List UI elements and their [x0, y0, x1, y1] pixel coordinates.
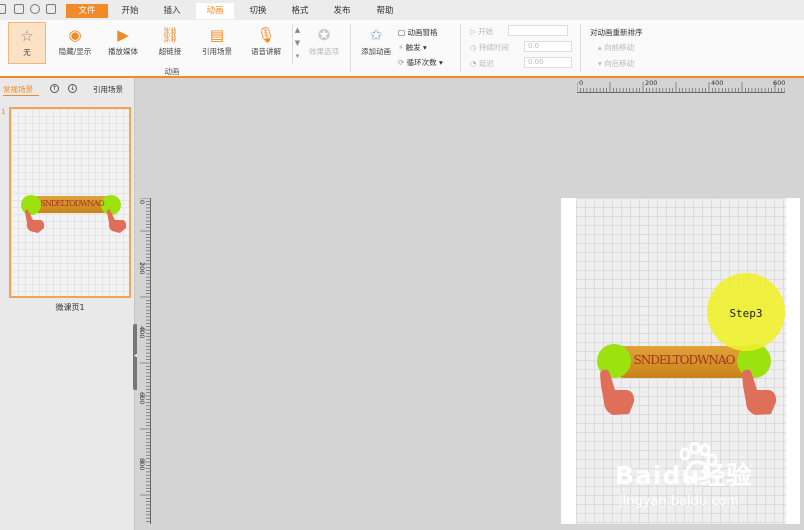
tab-underline — [3, 95, 39, 96]
clapper-icon: ▤ — [209, 26, 225, 44]
hruler-ticks — [577, 82, 785, 92]
hruler-label: 200 — [645, 79, 658, 87]
watermark-brand: Baidu经验 — [615, 461, 753, 490]
baidu-watermark: Baidu经验 jingyan.baidu.com — [615, 440, 795, 520]
vruler-ticks — [140, 198, 150, 522]
gallery-scroll[interactable]: ▲ ▼ ▾ — [292, 24, 302, 64]
link-icon: ⛓ — [160, 26, 180, 44]
duration-label: ◷ 持续时间 — [470, 43, 509, 52]
horizontal-ruler: 0 200 400 600 — [577, 79, 786, 93]
hand-pointer-left-icon[interactable] — [598, 368, 638, 416]
button-label: 效果选项 — [309, 47, 339, 56]
duration-input[interactable]: 0.0 — [524, 41, 572, 52]
tab-transition[interactable]: 切换 — [240, 3, 276, 19]
button-label: 超链接 — [158, 47, 182, 56]
delay-icon: ◔ — [470, 59, 479, 68]
hide-show-button[interactable]: ◉ 隐藏/显示 — [54, 22, 96, 64]
tab-normal-scenes[interactable]: 常规场景 — [3, 84, 33, 95]
tab-reference-scenes[interactable]: 引用场景 — [93, 84, 123, 95]
tab-format[interactable]: 格式 — [282, 3, 318, 19]
loop-icon: ⟳ — [398, 58, 407, 67]
separator — [460, 24, 461, 72]
separator — [350, 24, 351, 72]
thumb-bar-text: SNDELTODWNAO — [40, 199, 104, 208]
add-animation-button[interactable]: ✩ 添加动画 — [358, 22, 394, 64]
hruler-label: 0 — [579, 79, 584, 87]
tab-file[interactable]: 文件 — [66, 4, 108, 18]
animation-none-button[interactable]: ☆ 无 — [8, 22, 46, 64]
vertical-ruler: 0 200 400 600 800 — [138, 198, 151, 524]
start-label: ▷ 开始 — [470, 27, 494, 36]
tab-publish[interactable]: 发布 — [324, 3, 360, 19]
watermark-url: jingyan.baidu.com — [619, 494, 739, 509]
button-label: 隐藏/显示 — [58, 47, 92, 56]
delay-label: ◔ 延迟 — [470, 59, 494, 68]
effect-options-button[interactable]: ✪ 效果选项 — [304, 22, 344, 64]
trigger-button[interactable]: ⚡ 触发 ▾ — [398, 42, 427, 53]
delay-input[interactable]: 0.00 — [524, 57, 572, 68]
preview-icon[interactable] — [30, 4, 40, 14]
hruler-label: 600 — [773, 79, 786, 87]
star-icon: ☆ — [20, 27, 34, 45]
hand-pointer-right-icon[interactable] — [740, 368, 780, 416]
add-star-icon: ✩ — [369, 26, 383, 44]
vruler-label: 400 — [138, 326, 146, 339]
bar-text: SNDELTODWNAO — [633, 353, 736, 367]
vruler-label: 0 — [138, 200, 146, 205]
move-backward-button[interactable]: ▾ 向后移动 — [598, 58, 634, 69]
button-label: 无 — [23, 48, 31, 57]
move-down-icon[interactable]: ↓ — [68, 84, 77, 93]
tab-animation[interactable]: 动画 — [196, 3, 234, 19]
loop-count-button[interactable]: ⟳ 循环次数 ▾ — [398, 57, 443, 68]
hyperlink-button[interactable]: ⛓ 超链接 — [150, 22, 190, 64]
menu-bar: 文件 开始 插入 动画 切换 格式 发布 帮助 — [0, 0, 804, 20]
animation-pane-button[interactable]: ▢ 动画窗格 — [398, 27, 437, 38]
effect-star-icon: ✪ — [317, 26, 331, 44]
button-label: 引用场景 — [202, 47, 232, 56]
slide-number: 1 — [1, 108, 6, 116]
tab-help[interactable]: 帮助 — [367, 3, 403, 19]
thumb-hand-right-icon — [107, 209, 127, 233]
tab-start[interactable]: 开始 — [112, 3, 148, 19]
start-icon: ▷ — [470, 27, 479, 36]
step-label: Step3 — [729, 307, 763, 320]
thumb-hand-left-icon — [25, 209, 45, 233]
button-label: 播放媒体 — [108, 47, 138, 56]
move-up-icon[interactable]: ↑ — [50, 84, 59, 93]
hruler-label: 400 — [711, 79, 724, 87]
lightning-icon: ⚡ — [398, 43, 406, 52]
microphone-icon: 🎙 — [256, 26, 276, 44]
button-label: 语音讲解 — [251, 47, 281, 56]
play-media-button[interactable]: ▶ 播放媒体 — [102, 22, 144, 64]
publish-icon[interactable] — [46, 4, 56, 14]
group-label: 动画 — [164, 67, 180, 76]
eye-icon: ◉ — [68, 26, 82, 44]
vruler-label: 600 — [138, 392, 146, 405]
slide-label: 微课页1 — [55, 303, 85, 312]
vruler-label: 200 — [138, 262, 146, 275]
reference-scene-button[interactable]: ▤ 引用场景 — [196, 22, 238, 64]
move-forward-button[interactable]: ▴ 向前移动 — [598, 42, 634, 53]
app-icon — [0, 4, 6, 14]
reorder-title: 对动画重新排序 — [590, 28, 643, 37]
clock-icon: ◷ — [470, 43, 479, 52]
button-label: 添加动画 — [361, 47, 391, 56]
start-select[interactable] — [508, 25, 568, 36]
separator — [580, 24, 581, 72]
save-icon[interactable] — [14, 4, 24, 14]
vruler-label: 800 — [138, 458, 146, 471]
voice-narration-button[interactable]: 🎙 语音讲解 — [244, 22, 288, 64]
play-icon: ▶ — [117, 26, 129, 44]
tab-insert[interactable]: 插入 — [154, 3, 190, 19]
